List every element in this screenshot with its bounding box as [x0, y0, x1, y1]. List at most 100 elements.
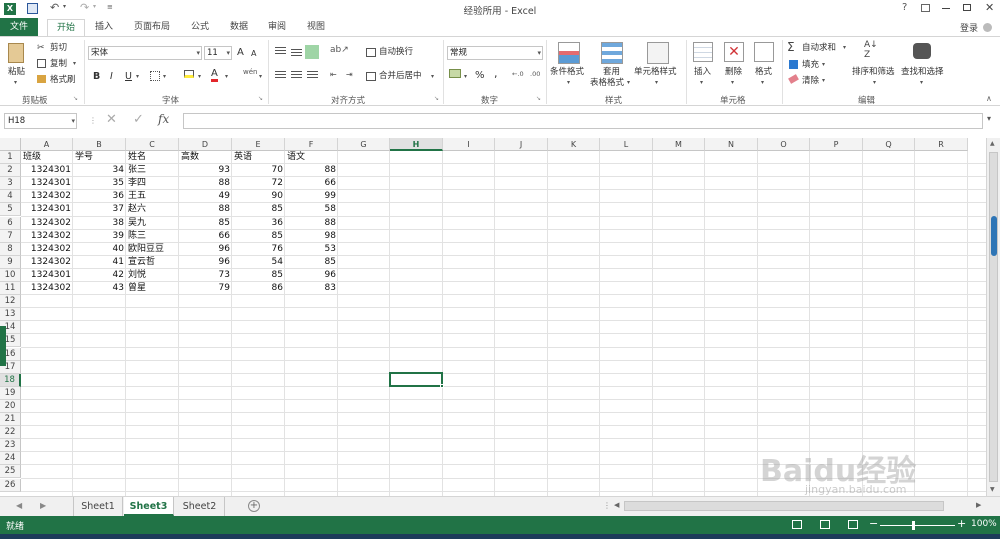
increase-decimal-icon[interactable]: ←.0 — [512, 70, 524, 78]
cell-c6[interactable]: 吴九 — [126, 217, 179, 230]
cell-d8[interactable]: 96 — [179, 243, 232, 256]
row-header-6[interactable]: 6 — [0, 216, 21, 230]
merge-center-icon[interactable] — [366, 72, 376, 81]
cell-b6[interactable]: 38 — [73, 217, 126, 230]
tab-split-icon[interactable]: ⋮ — [603, 501, 611, 510]
login-link[interactable]: 登录 — [960, 21, 978, 34]
bold-button[interactable]: B — [93, 71, 100, 82]
clear-dropdown-icon[interactable]: ▾ — [822, 77, 825, 84]
column-header-f[interactable]: F — [285, 138, 338, 151]
cell-a9[interactable]: 1324302 — [21, 256, 73, 269]
active-cell-border[interactable] — [389, 372, 443, 387]
cell-e10[interactable]: 85 — [232, 269, 285, 282]
column-header-b[interactable]: B — [73, 138, 126, 151]
phonetic-dropdown-icon[interactable]: ▾ — [259, 73, 262, 80]
hscroll-left-icon[interactable]: ◀ — [614, 501, 619, 509]
enter-icon[interactable]: ✓ — [133, 112, 144, 127]
cell-d10[interactable]: 73 — [179, 269, 232, 282]
number-format-select[interactable]: 常规 ▾ — [447, 46, 543, 60]
currency-icon[interactable] — [449, 69, 461, 78]
cell-d11[interactable]: 79 — [179, 282, 232, 295]
sort-filter-icon[interactable]: A↓ Z — [864, 40, 878, 60]
find-select-icon[interactable] — [913, 43, 931, 59]
fill-button[interactable]: 填充 — [802, 60, 819, 71]
cell-c7[interactable]: 陈三 — [126, 230, 179, 243]
cell-e11[interactable]: 86 — [232, 282, 285, 295]
cell-b1[interactable]: 学号 — [73, 151, 126, 164]
row-header-7[interactable]: 7 — [0, 229, 21, 243]
orientation-icon[interactable]: ab↗ — [330, 45, 349, 55]
row-header-1[interactable]: 1 — [0, 151, 21, 164]
cell-a4[interactable]: 1324302 — [21, 190, 73, 203]
find-select-button[interactable]: 查找和选择 — [901, 67, 944, 78]
font-size-select[interactable]: 11 ▾ — [204, 46, 232, 60]
italic-button[interactable]: I — [110, 71, 113, 82]
font-color-icon[interactable]: A — [211, 69, 218, 82]
format-cells-button[interactable]: 格式 — [755, 67, 772, 78]
tab-review[interactable]: 审阅 — [266, 19, 288, 36]
column-header-m[interactable]: M — [653, 138, 705, 151]
cell-c11[interactable]: 曾星 — [126, 282, 179, 295]
cell-b2[interactable]: 34 — [73, 164, 126, 177]
align-left-icon[interactable] — [275, 71, 286, 72]
wrap-text-icon[interactable] — [366, 48, 376, 57]
format-table-icon[interactable] — [601, 42, 623, 64]
number-launcher-icon[interactable]: ↘ — [536, 95, 541, 102]
cell-d2[interactable]: 93 — [179, 164, 232, 177]
help-button[interactable]: ? — [902, 2, 907, 13]
column-header-j[interactable]: J — [495, 138, 548, 151]
cell-f9[interactable]: 85 — [285, 256, 338, 269]
ribbon-display-icon[interactable] — [921, 4, 930, 12]
zoom-slider[interactable] — [880, 525, 955, 526]
comma-button[interactable]: , — [494, 68, 498, 79]
decrease-decimal-icon[interactable]: .00 — [530, 70, 540, 78]
conditional-format-button[interactable]: 条件格式 — [550, 67, 584, 78]
cell-a8[interactable]: 1324302 — [21, 243, 73, 256]
row-header-3[interactable]: 3 — [0, 177, 21, 191]
cell-e6[interactable]: 36 — [232, 217, 285, 230]
scroll-thumb[interactable] — [989, 152, 998, 482]
cell-e8[interactable]: 76 — [232, 243, 285, 256]
underline-button[interactable]: U — [125, 71, 132, 82]
grow-font-button[interactable]: A — [237, 47, 244, 58]
row-header-2[interactable]: 2 — [0, 164, 21, 178]
tab-insert[interactable]: 插入 — [93, 19, 115, 36]
cell-f7[interactable]: 98 — [285, 230, 338, 243]
cell-d5[interactable]: 88 — [179, 203, 232, 216]
cell-c5[interactable]: 赵六 — [126, 203, 179, 216]
cell-b10[interactable]: 42 — [73, 269, 126, 282]
column-header-i[interactable]: I — [443, 138, 495, 151]
cell-d7[interactable]: 66 — [179, 230, 232, 243]
scroll-down-icon[interactable]: ▼ — [990, 486, 995, 493]
fill-dropdown-icon[interactable]: ▾ — [822, 61, 825, 68]
restore-icon[interactable] — [963, 4, 971, 11]
fill-handle[interactable] — [440, 384, 444, 388]
format-table-button[interactable]: 表格格式 — [590, 78, 624, 89]
cell-f11[interactable]: 83 — [285, 282, 338, 295]
row-header-8[interactable]: 8 — [0, 242, 21, 256]
paste-dropdown-icon[interactable]: ▾ — [14, 79, 17, 86]
cell-e7[interactable]: 85 — [232, 230, 285, 243]
account-icon[interactable] — [983, 23, 992, 32]
paste-icon[interactable] — [8, 43, 24, 63]
currency-dropdown-icon[interactable]: ▾ — [464, 73, 467, 80]
column-header-c[interactable]: C — [126, 138, 179, 151]
font-name-select[interactable]: 宋体 ▾ — [88, 46, 202, 60]
phonetic-icon[interactable]: wén — [243, 68, 257, 76]
sheet-next-icon[interactable]: ▶ — [40, 501, 46, 510]
cell-f8[interactable]: 53 — [285, 243, 338, 256]
zoom-in-icon[interactable]: + — [957, 517, 966, 530]
row-header-12[interactable]: 12 — [0, 295, 21, 309]
cell-e1[interactable]: 英语 — [232, 151, 285, 164]
column-header-a[interactable]: A — [21, 138, 73, 151]
fill-icon[interactable] — [789, 60, 798, 69]
row-header-4[interactable]: 4 — [0, 190, 21, 204]
formula-input[interactable] — [183, 113, 983, 129]
cell-a5[interactable]: 1324301 — [21, 203, 73, 216]
copy-icon[interactable] — [37, 59, 46, 68]
minimize-icon[interactable] — [942, 8, 950, 9]
tab-page-layout[interactable]: 页面布局 — [132, 19, 172, 36]
page-break-view-icon[interactable] — [848, 520, 858, 529]
left-edge-tab[interactable] — [0, 326, 6, 366]
cell-a10[interactable]: 1324301 — [21, 269, 73, 282]
